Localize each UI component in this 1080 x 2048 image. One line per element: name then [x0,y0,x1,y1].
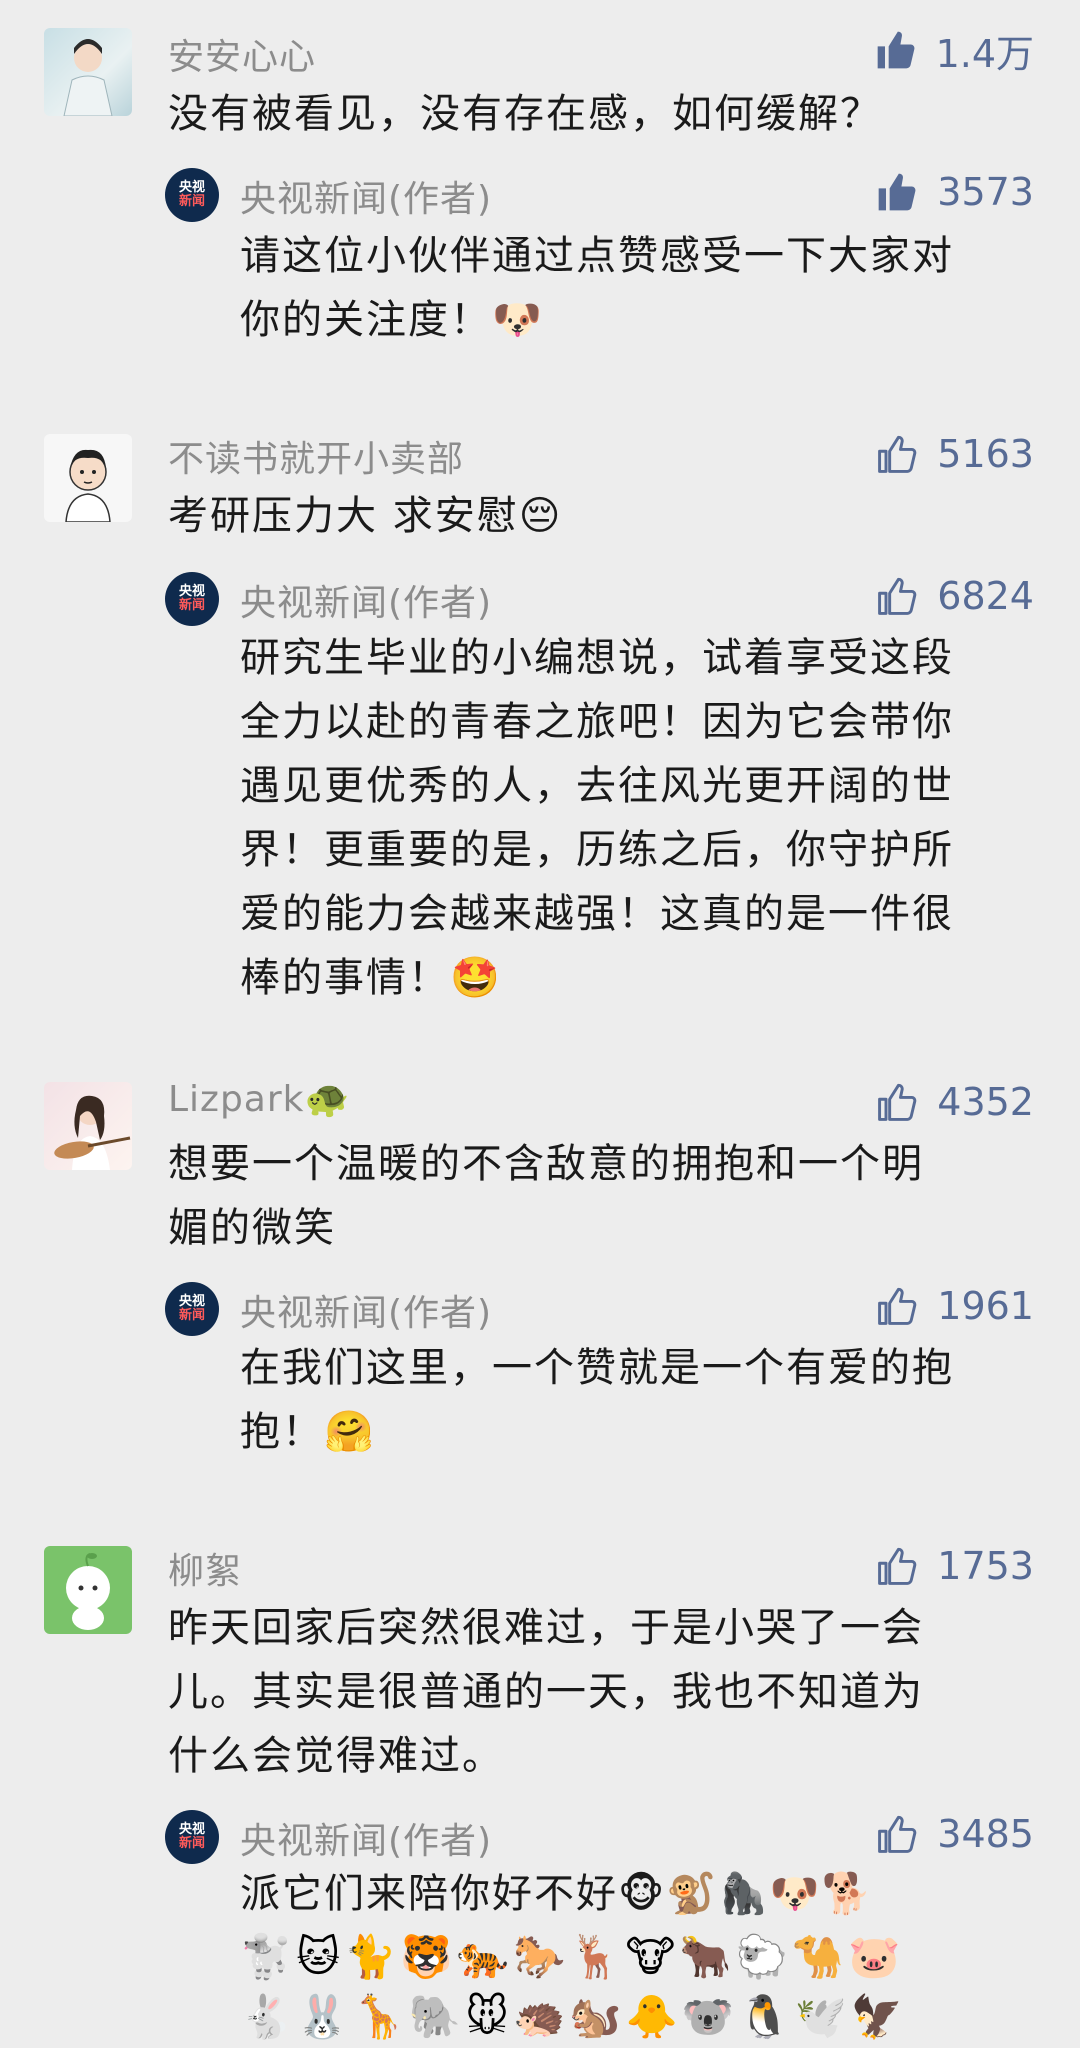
comment-line: 媚的微笑 [168,1205,336,1251]
comment-line: 儿。其实是很普通的一天，我也不知道为 [168,1669,924,1715]
thumbs-up-outline-icon [878,577,917,615]
avatar-text-top: 央视 [178,1294,205,1309]
thumbs-up-outline-icon [878,435,917,473]
comment-author[interactable]: 不读书就开小卖部 [168,430,464,482]
reply-author-avatar[interactable]: 央视 新闻 [165,1810,219,1864]
like-count: 4352 [937,1080,1034,1124]
avatar-text-top: 央视 [178,180,205,195]
reply-author[interactable]: 央视新闻(作者) [240,1812,492,1864]
reply-author-avatar[interactable]: 央视 新闻 [165,1282,219,1336]
reply-line: 爱的能力会越来越强！这真的是一件很 [240,891,954,937]
reply-author[interactable]: 央视新闻(作者) [240,574,492,626]
comment-line: 什么会觉得难过。 [168,1733,504,1779]
reply-line: 遇见更优秀的人，去往风光更开阔的世 [240,763,954,809]
reply-line: 研究生毕业的小编想说，试着享受这段 [240,635,954,681]
comment-line: 昨天回家后突然很难过，于是小哭了一会 [168,1605,924,1651]
reply-text: 在我们这里，一个赞就是一个有爱的抱 抱！🤗 [240,1336,954,1464]
avatar-illustration [54,1095,131,1170]
reply-author-avatar[interactable]: 央视 新闻 [165,168,219,222]
comment-line: 没有被看见，没有存在感，如何缓解？ [168,91,882,137]
avatar-illustration [65,449,111,522]
thumbs-up-filled-icon [877,31,914,69]
avatar-illustration [66,1553,110,1630]
thumbs-up-outline-icon [878,1287,917,1325]
like-count: 1753 [937,1544,1034,1588]
reply-like-button[interactable]: 3573 [875,168,1034,216]
like-count: 5163 [937,432,1034,476]
reply-line: 全力以赴的青春之旅吧！因为它会带你 [240,699,954,745]
avatar-text-bottom: 新闻 [178,598,205,613]
like-count: 1.4万 [935,31,1034,76]
reply-line: 界！更重要的是，历练之后，你守护所 [240,827,954,873]
like-button[interactable]: 5163 [875,430,1034,478]
reply-like-button[interactable]: 1961 [875,1282,1034,1330]
like-button[interactable]: 4352 [875,1078,1034,1126]
reply-line: 你的关注度！🐶 [240,297,544,343]
avatar[interactable] [44,434,132,522]
like-button[interactable]: 1.4万 [874,26,1034,76]
reply-line: 请这位小伙伴通过点赞感受一下大家对 [240,233,954,279]
avatar-text-top: 央视 [178,584,205,599]
comment-text: 考研压力大 求安慰😔 [168,484,562,548]
comment-author[interactable]: 安安心心 [168,28,316,80]
reply-line: 抱！🤗 [240,1409,376,1455]
comment-text: 昨天回家后突然很难过，于是小哭了一会 儿。其实是很普通的一天，我也不知道为 什么… [168,1596,924,1788]
reply-line: 派它们来陪你好不好🐵🐒🦍🐶🐕 [240,1871,874,1917]
thumbs-up-outline-icon [878,1083,917,1121]
comment-text: 没有被看见，没有存在感，如何缓解？ [168,82,882,146]
emoji-row: 🐩🐱🐈🐯🐅🐎🦌🐮🐂🐑🐪🐷 [240,1932,905,1981]
reply-line: 在我们这里，一个赞就是一个有爱的抱 [240,1345,954,1391]
reply-text: 请这位小伙伴通过点赞感受一下大家对 你的关注度！🐶 [240,224,954,352]
like-count: 3573 [937,170,1034,214]
reply-author[interactable]: 央视新闻(作者) [240,1284,492,1336]
thumbs-up-outline-icon [878,1547,917,1585]
comment-line: 想要一个温暖的不含敌意的拥抱和一个明 [168,1141,924,1187]
like-count: 3485 [937,1812,1034,1856]
avatar[interactable] [44,1546,132,1634]
reply-line: 棒的事情！🤩 [240,955,502,1001]
comment-text: 想要一个温暖的不含敌意的拥抱和一个明 媚的微笑 [168,1132,924,1260]
avatar-illustration [63,39,113,116]
reply-like-button[interactable]: 6824 [875,572,1034,620]
like-button[interactable]: 1753 [875,1542,1034,1590]
reply-like-button[interactable]: 3485 [875,1810,1034,1858]
reply-author[interactable]: 央视新闻(作者) [240,170,492,222]
comment-author[interactable]: 柳絮 [168,1542,242,1594]
like-count: 1961 [937,1284,1034,1328]
avatar-text-bottom: 新闻 [178,1836,205,1851]
avatar-text-bottom: 新闻 [178,1308,205,1323]
comment-line: 考研压力大 求安慰😔 [168,493,563,539]
avatar-text-bottom: 新闻 [178,194,205,209]
thumbs-up-outline-icon [878,1815,917,1853]
reply-author-avatar[interactable]: 央视 新闻 [165,572,219,626]
like-count: 6824 [937,574,1034,618]
avatar[interactable] [44,1082,132,1170]
comment-author[interactable]: Lizpark🐢 [168,1078,350,1120]
reply-text: 研究生毕业的小编想说，试着享受这段 全力以赴的青春之旅吧！因为它会带你 遇见更优… [240,626,954,1010]
emoji-row: 🐇🐰🦒🐘🐭🦔🐿️🐥🐨🐧🕊️🦅 [240,1992,908,2041]
avatar[interactable] [44,28,132,116]
reply-text: 派它们来陪你好不好🐵🐒🦍🐶🐕 [240,1862,873,1926]
thumbs-up-filled-icon [878,173,916,211]
avatar-text-top: 央视 [178,1822,205,1837]
